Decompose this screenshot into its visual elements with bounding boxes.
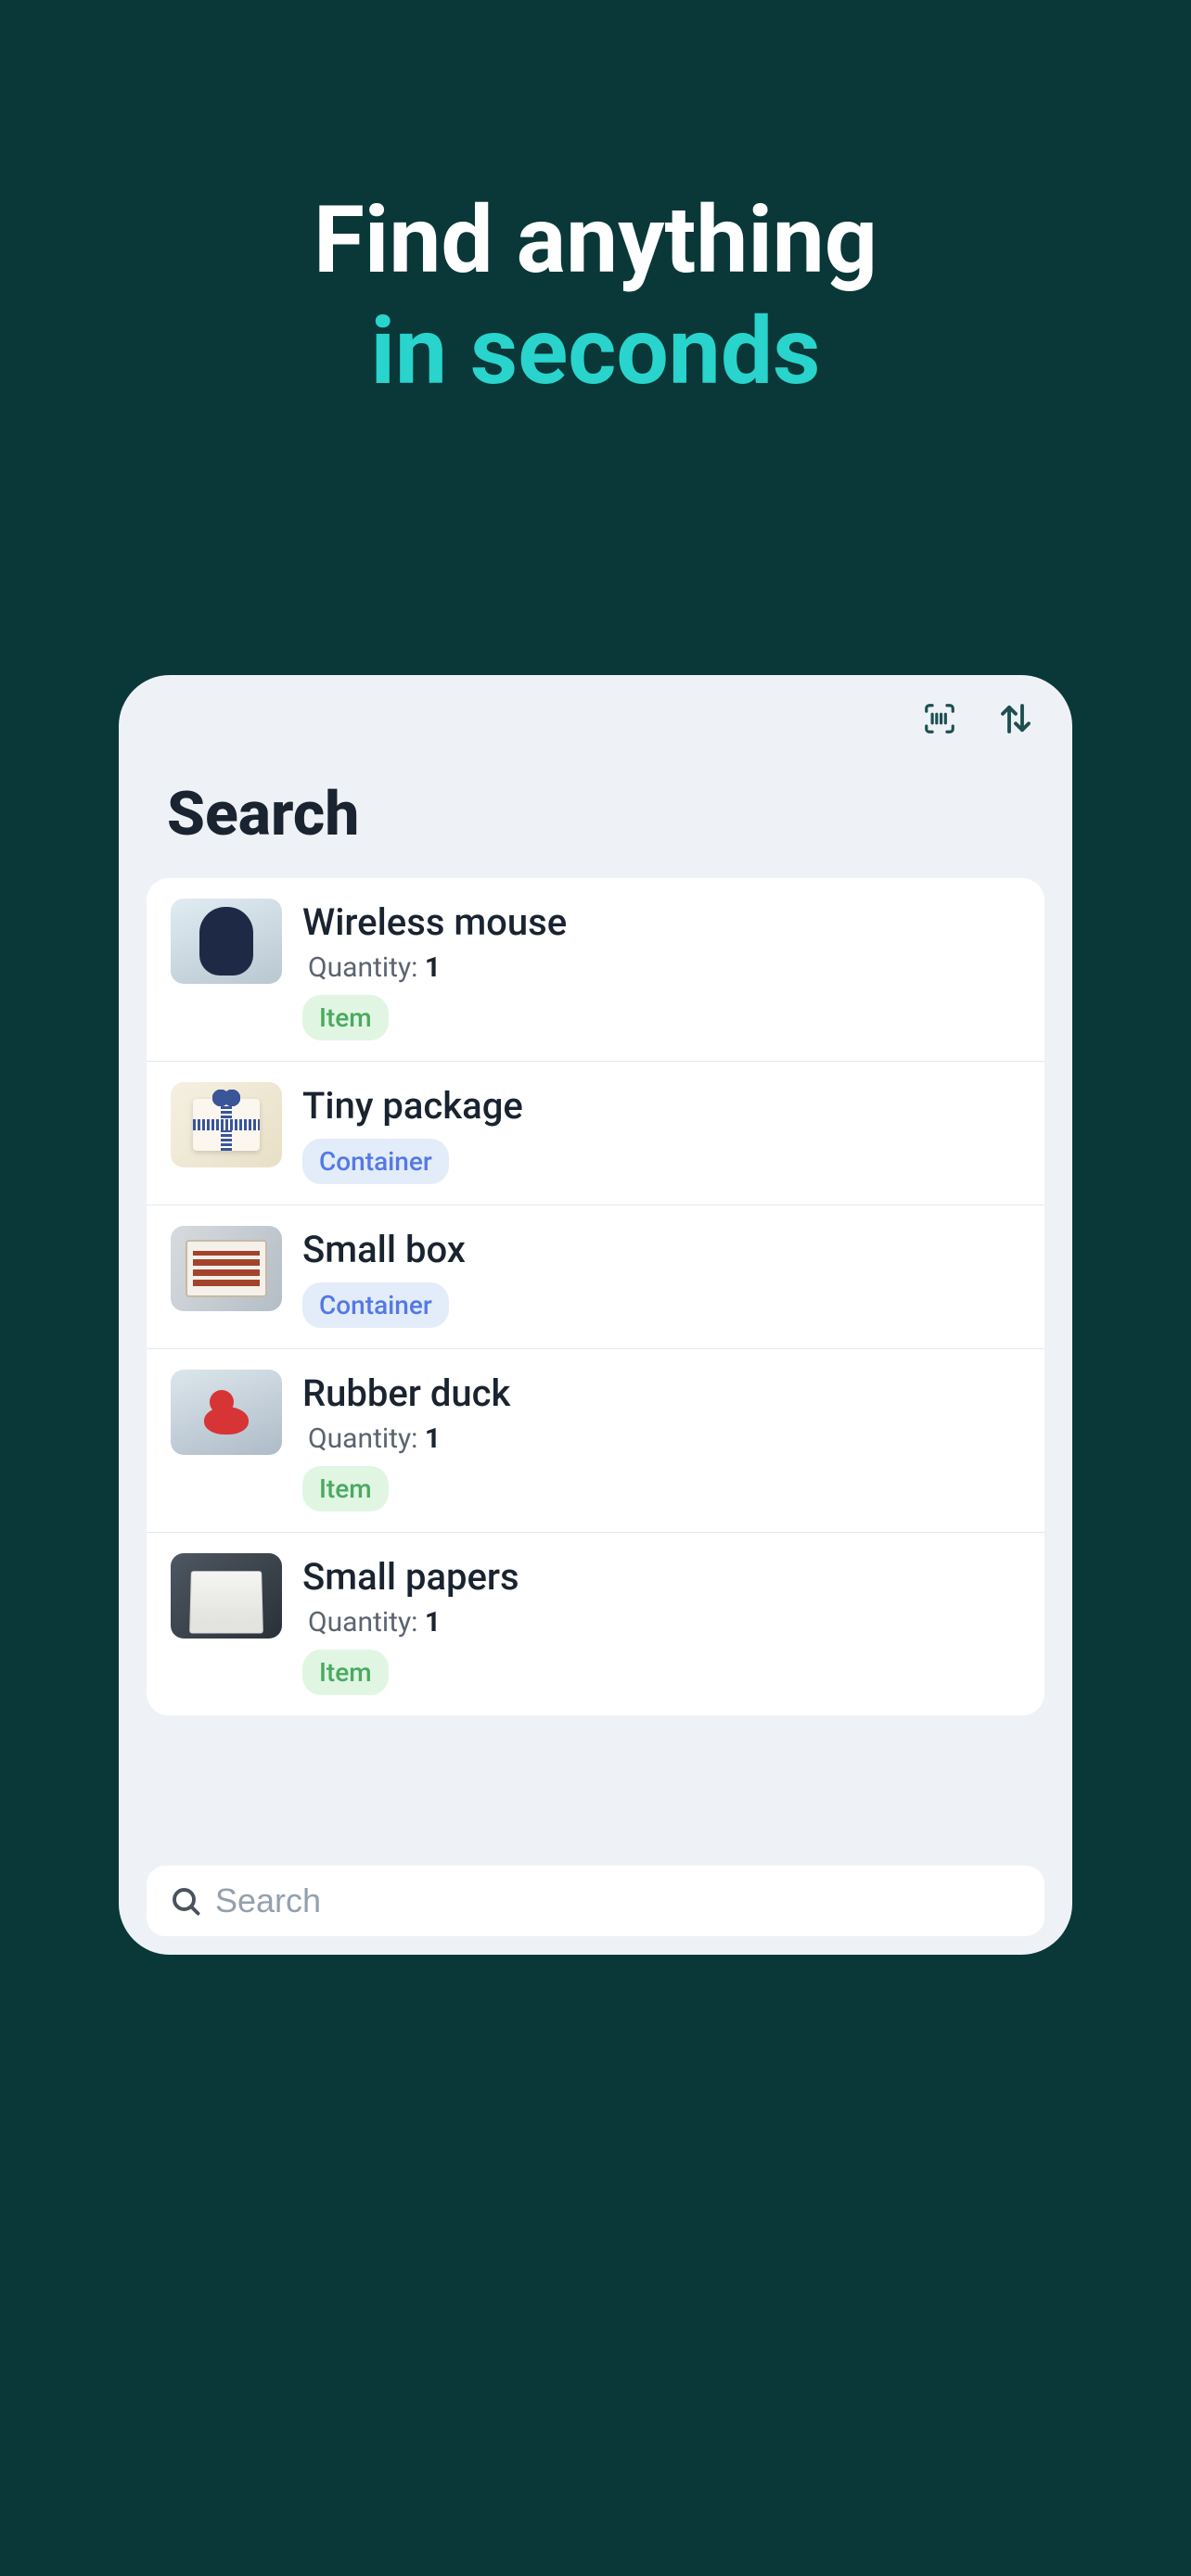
type-badge: Item <box>302 1466 389 1511</box>
result-row[interactable]: Small box Container <box>147 1205 1044 1349</box>
item-thumbnail <box>171 1082 282 1167</box>
item-thumbnail <box>171 1226 282 1311</box>
page-title: Search <box>119 738 1072 878</box>
app-frame: Search Wireless mouse Quantity: 1 Item <box>119 675 1072 1955</box>
toolbar <box>119 675 1072 738</box>
result-row[interactable]: Wireless mouse Quantity: 1 Item <box>147 878 1044 1062</box>
type-badge: Item <box>302 1650 389 1695</box>
result-title: Rubber duck <box>302 1371 1020 1415</box>
result-info: Tiny package Container <box>302 1082 1020 1184</box>
result-info: Small papers Quantity: 1 Item <box>302 1553 1020 1695</box>
result-row[interactable]: Small papers Quantity: 1 Item <box>147 1533 1044 1715</box>
result-title: Wireless mouse <box>302 900 1020 944</box>
result-title: Small box <box>302 1228 1020 1271</box>
result-title: Tiny package <box>302 1084 1020 1128</box>
hero: Find anything in seconds <box>0 0 1191 408</box>
item-thumbnail <box>171 1553 282 1639</box>
result-quantity: Quantity: 1 <box>302 951 1020 984</box>
type-badge: Container <box>302 1139 449 1184</box>
result-info: Rubber duck Quantity: 1 Item <box>302 1370 1020 1511</box>
search-icon <box>169 1884 202 1918</box>
result-row[interactable]: Rubber duck Quantity: 1 Item <box>147 1349 1044 1533</box>
barcode-scan-icon[interactable] <box>920 699 959 738</box>
result-quantity: Quantity: 1 <box>302 1422 1020 1455</box>
result-info: Small box Container <box>302 1226 1020 1328</box>
result-quantity: Quantity: 1 <box>302 1606 1020 1639</box>
search-bar[interactable] <box>147 1866 1044 1936</box>
item-thumbnail <box>171 1370 282 1455</box>
results-list: Wireless mouse Quantity: 1 Item Tiny pac… <box>147 878 1044 1715</box>
result-row[interactable]: Tiny package Container <box>147 1062 1044 1205</box>
type-badge: Item <box>302 995 389 1040</box>
result-info: Wireless mouse Quantity: 1 Item <box>302 899 1020 1040</box>
type-badge: Container <box>302 1282 449 1328</box>
item-thumbnail <box>171 899 282 984</box>
search-input[interactable] <box>215 1881 1022 1920</box>
hero-headline-1: Find anything <box>0 185 1191 297</box>
sort-icon[interactable] <box>996 699 1035 738</box>
result-title: Small papers <box>302 1555 1020 1599</box>
hero-headline-2: in seconds <box>0 297 1191 408</box>
